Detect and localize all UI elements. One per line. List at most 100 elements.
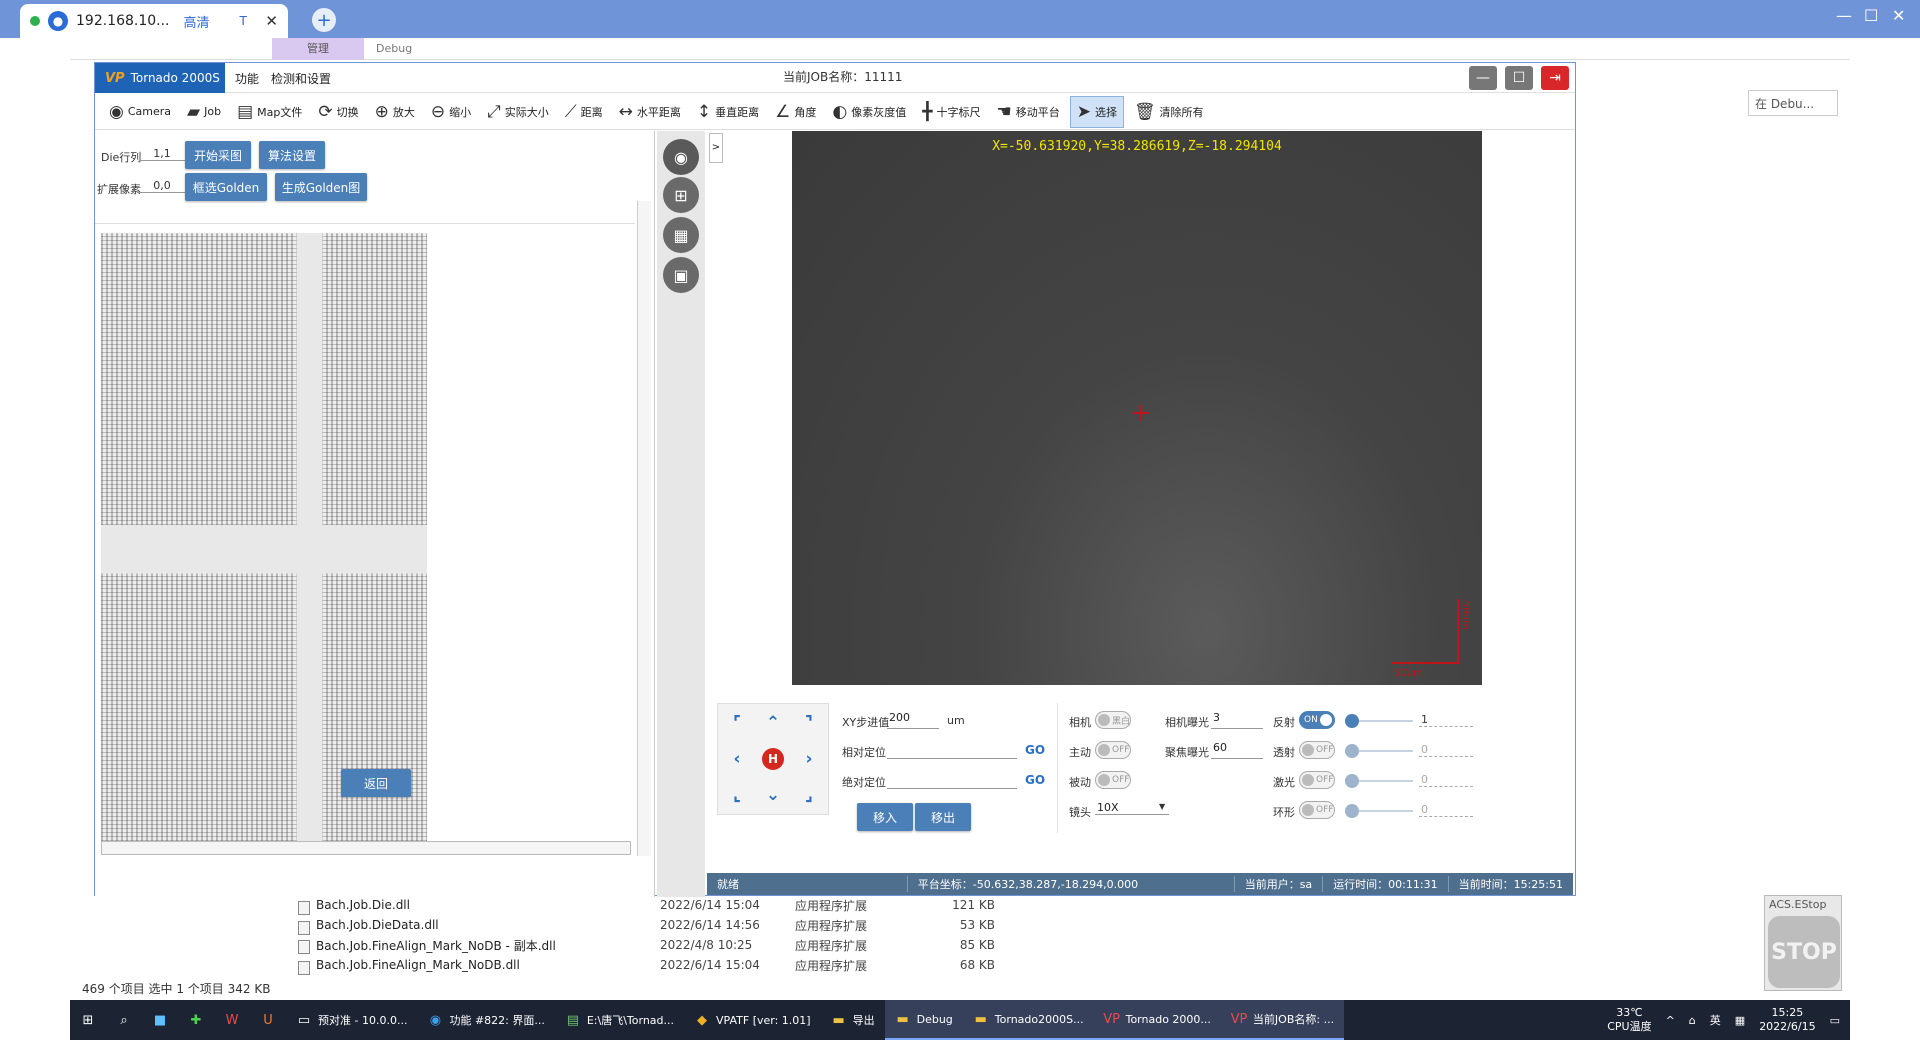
tab-t-label[interactable]: T [240,14,247,28]
chevron-down-icon[interactable]: ▼ [1159,802,1165,811]
taskbar-pinned-app[interactable]: ✚ [178,1000,214,1040]
toolbar-v-distance-button[interactable]: ↕ 垂直距离 [691,96,765,128]
taskbar-item[interactable]: ▬ Debug [884,1000,963,1040]
toolbar-angle-button[interactable]: ∠ 角度 [769,96,822,128]
file-row[interactable]: Bach.Job.DieData.dll 2022/6/14 14:56 应用程… [290,915,1090,935]
passive-focus-toggle[interactable]: OFF [1095,771,1131,789]
up-arrow-icon[interactable]: ⌃ [758,708,788,738]
die-image[interactable] [101,233,427,841]
absolute-position-input[interactable] [887,771,1017,789]
toolbar-actual-size-button[interactable]: ⤢ 实际大小 [481,96,555,128]
chevron-up-icon[interactable]: ^ [1666,1014,1675,1027]
up-left-icon[interactable]: ⌜ [722,708,752,738]
taskbar-item[interactable]: VP 当前JOB名称: ... [1220,1000,1345,1040]
toolbar-zoom-out-button[interactable]: ⊖ 缩小 [425,96,477,128]
toolbar-gray-value-button[interactable]: ◐ 像素灰度值 [826,96,912,128]
clock[interactable]: 15:25 2022/6/15 [1759,1006,1815,1034]
taskbar-pinned-app[interactable]: W [214,1000,250,1040]
vertical-scrollbar[interactable] [637,201,651,856]
expand-pixel-input[interactable]: 0,0 [139,179,185,193]
toolbar-clear-all-button[interactable]: 🗑 清除所有 [1128,96,1210,128]
home-button[interactable]: H [758,744,788,774]
toolbar-distance-button[interactable]: ⟋ 距离 [559,96,609,128]
menu-detect-settings[interactable]: 检测和设置 [271,70,331,87]
taskbar-item[interactable]: ▤ E:\唐飞\Tornad... [555,1000,684,1040]
search-button[interactable]: ⌕ [106,1000,142,1040]
slider-handle[interactable] [1345,714,1359,728]
expand-panel-button[interactable]: > [709,133,723,163]
transmit-light-value[interactable]: 0 [1419,743,1473,757]
file-row[interactable]: Bach.Job.Die.dll 2022/6/14 15:04 应用程序扩展 … [290,895,1090,915]
toolbar-select-button[interactable]: ➤ 选择 [1069,95,1124,128]
transmit-light-slider[interactable] [1345,744,1413,758]
explorer-search-input[interactable]: 在 Debu... [1748,90,1838,116]
network-icon[interactable]: ⌂ [1689,1014,1696,1027]
explorer-debug-tab[interactable]: Debug [376,38,412,60]
ring-light-toggle[interactable]: OFF [1299,801,1335,819]
move-in-button[interactable]: 移入 [857,803,913,831]
focus-exposure-input[interactable]: 60 [1211,741,1263,759]
ring-light-slider[interactable] [1345,804,1413,818]
generate-golden-button[interactable]: 生成Golden图 [275,173,367,201]
toolbar-map-button[interactable]: ▤ Map文件 [231,96,308,128]
close-window-icon[interactable]: ✕ [1892,6,1905,25]
reflect-light-value[interactable]: 1 [1419,713,1473,727]
app-maximize-button[interactable]: ☐ [1505,66,1533,90]
estop-button[interactable]: STOP [1768,916,1840,988]
file-row[interactable]: Bach.Job.FineAlign_Mark_NoDB - 副本.dll 20… [290,935,1090,955]
taskbar-item[interactable]: ▬ 导出 [821,1000,885,1040]
browser-tab[interactable]: ● 192.168.10... 高清 T ✕ [20,4,288,38]
ime-indicator[interactable]: 英 [1710,1012,1721,1028]
file-row[interactable]: Bach.Job.FineAlign_Mark_NoDB.dll 2022/6/… [290,955,1090,975]
laser-value[interactable]: 0 [1419,773,1473,787]
taskbar-item[interactable]: ◆ VPATF [ver: 1.01] [684,1000,821,1040]
toolbar-zoom-in-button[interactable]: ⊕ 放大 [369,96,421,128]
slider-handle[interactable] [1345,774,1359,788]
new-tab-button[interactable]: + [312,8,336,32]
toolbar-move-platform-button[interactable]: ☚ 移动平台 [990,96,1065,128]
up-right-icon[interactable]: ⌝ [794,708,824,738]
xy-step-input[interactable]: 200 [887,711,939,729]
transmit-light-toggle[interactable]: OFF [1299,741,1335,759]
tab-hd-label[interactable]: 高清 [184,12,210,31]
keyboard-icon[interactable]: ▦ [1735,1014,1745,1027]
lens-select[interactable]: 10X [1095,801,1169,815]
toolbar-camera-button[interactable]: ◉ Camera [103,96,177,128]
wafer-grid-icon[interactable]: ▦ [663,217,699,253]
notification-icon[interactable]: ▭ [1830,1014,1840,1027]
reflect-light-slider[interactable] [1345,714,1413,728]
absolute-go-button[interactable]: GO [1025,773,1045,787]
close-tab-icon[interactable]: ✕ [265,12,278,30]
toolbar-h-distance-button[interactable]: ↔ 水平距离 [613,96,687,128]
laser-slider[interactable] [1345,774,1413,788]
laser-toggle[interactable]: OFF [1299,771,1335,789]
image-icon[interactable]: ▣ [663,257,699,293]
explorer-manage-tab[interactable]: 管理 [272,38,364,60]
algorithm-settings-button[interactable]: 算法设置 [259,141,325,169]
map-grid-icon[interactable]: ⊞ [663,177,699,213]
menu-function[interactable]: 功能 [235,70,259,87]
toolbar-crosshair-button[interactable]: ╋ 十字标尺 [916,96,986,128]
ring-light-value[interactable]: 0 [1419,803,1473,817]
taskbar-pinned-app[interactable]: U [250,1000,286,1040]
cpu-temperature[interactable]: 33℃ CPU温度 [1607,1006,1651,1034]
down-arrow-icon[interactable]: ⌄ [758,780,788,810]
die-row-input[interactable]: 1,1 [139,147,185,161]
down-right-icon[interactable]: ⌟ [794,780,824,810]
move-out-button[interactable]: 移出 [915,803,971,831]
slider-handle[interactable] [1345,804,1359,818]
left-arrow-icon[interactable]: ‹ [722,744,752,774]
app-minimize-button[interactable]: — [1469,66,1497,90]
taskbar-item[interactable]: ▭ 预对准 - 10.0.0... [286,1000,417,1040]
start-capture-button[interactable]: 开始采图 [185,141,251,169]
reflect-light-toggle[interactable]: ON [1299,711,1335,729]
taskbar-pinned-app[interactable]: ■ [142,1000,178,1040]
select-golden-button[interactable]: 框选Golden [185,173,267,201]
camera-capture-icon[interactable]: ◉ [663,139,699,175]
taskbar-item[interactable]: ▬ Tornado2000S... [962,1000,1094,1040]
horizontal-scrollbar[interactable] [101,841,631,855]
slider-handle[interactable] [1345,744,1359,758]
toolbar-job-button[interactable]: ▰ Job [181,96,227,128]
camera-mode-toggle[interactable]: 黑白 [1095,711,1131,729]
return-button[interactable]: 返回 [341,769,411,797]
